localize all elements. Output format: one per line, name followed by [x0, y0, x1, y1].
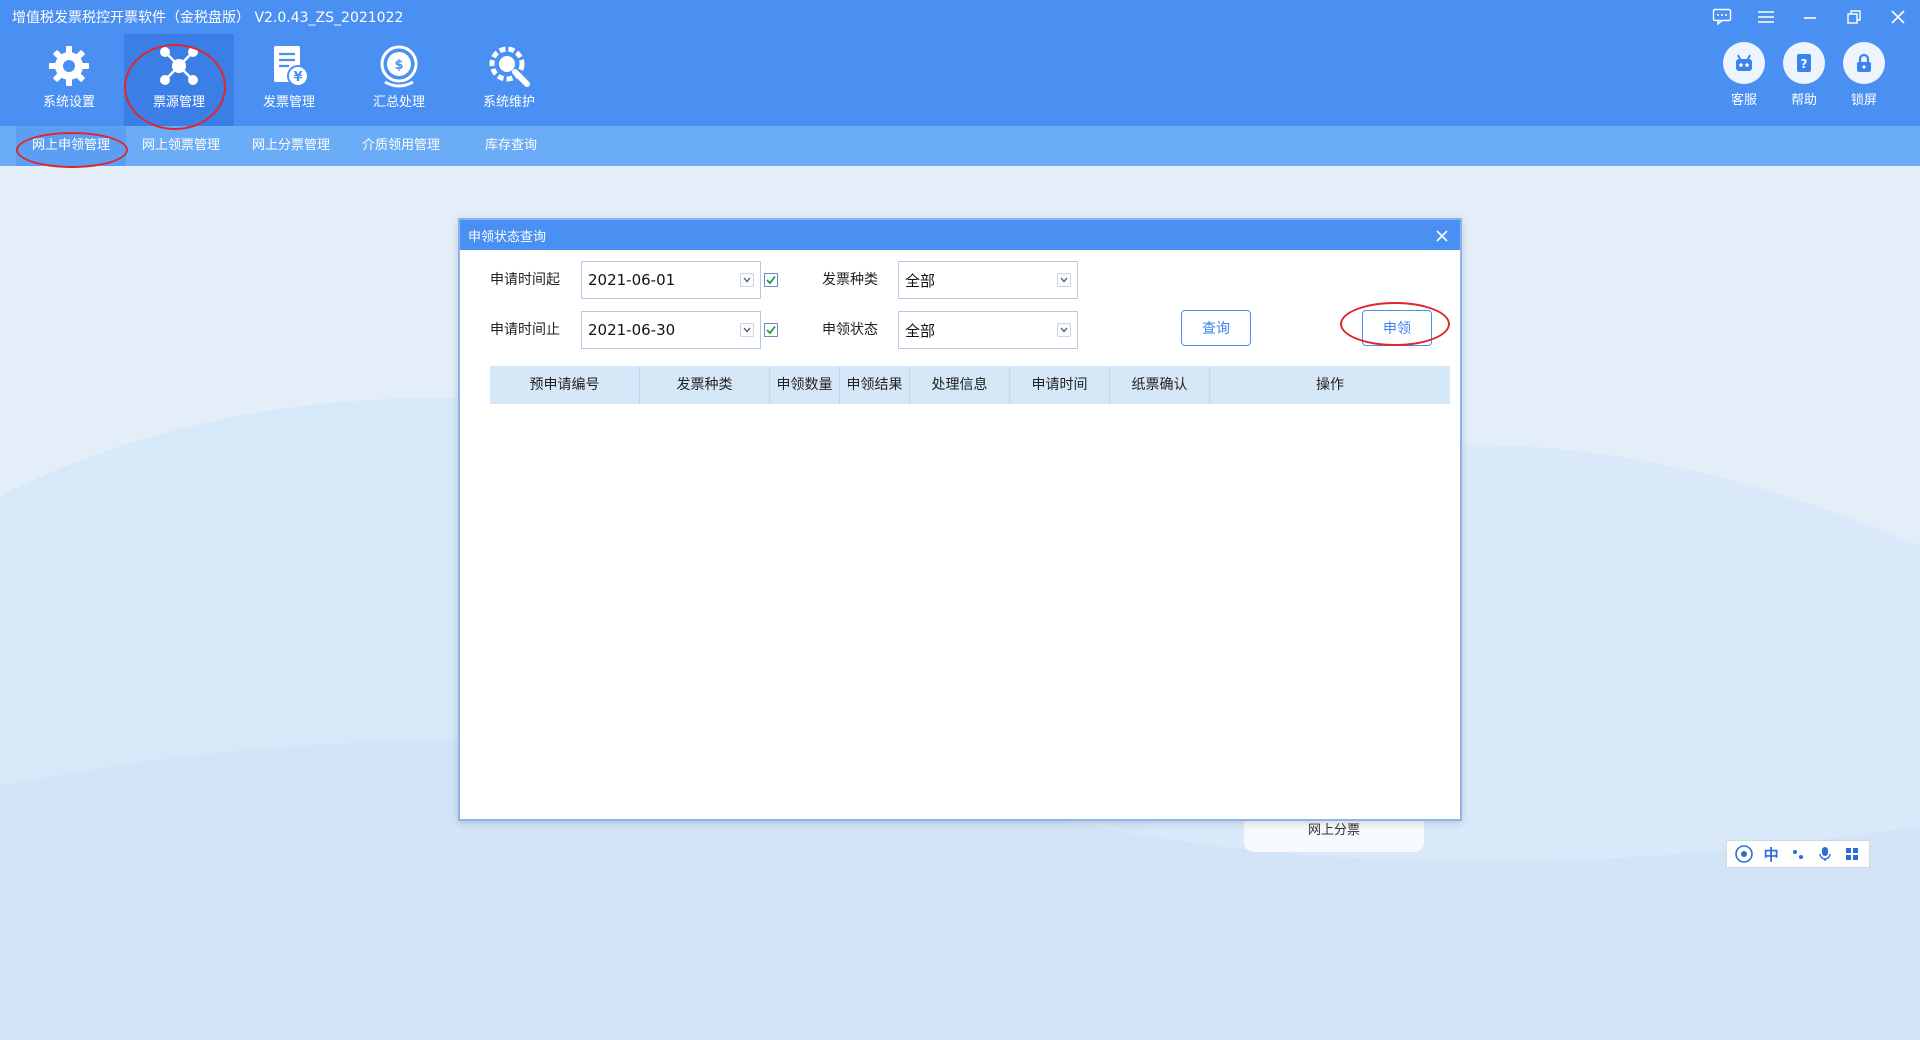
- punctuation-icon[interactable]: [1787, 843, 1809, 865]
- svg-text:¥: ¥: [293, 70, 302, 85]
- module-label: 发票管理: [262, 95, 315, 110]
- column-header[interactable]: 预申请编号: [490, 366, 640, 404]
- help-icon: ?: [1783, 42, 1825, 84]
- close-icon[interactable]: [1876, 0, 1920, 34]
- column-header[interactable]: 申领数量: [770, 366, 840, 404]
- grid-icon[interactable]: [1841, 843, 1863, 865]
- robot-icon: [1723, 42, 1765, 84]
- chevron-down-icon[interactable]: [1057, 323, 1071, 337]
- start-date-label: 申请时间起: [490, 272, 560, 288]
- column-header[interactable]: 纸票确认: [1110, 366, 1210, 404]
- window-controls: [1700, 0, 1920, 34]
- column-header[interactable]: 申领结果: [840, 366, 910, 404]
- apply-status-select[interactable]: 全部: [898, 311, 1078, 349]
- module-system-settings[interactable]: 系统设置: [14, 34, 124, 126]
- results-table-header: 预申请编号 发票种类 申领数量 申领结果 处理信息 申请时间 纸票确认 操作: [490, 366, 1450, 404]
- close-icon[interactable]: [1432, 226, 1452, 246]
- subnav-online-distribute[interactable]: 网上分票管理: [236, 126, 346, 166]
- module-label: 汇总处理: [372, 95, 425, 110]
- module-label: 票源管理: [152, 95, 205, 110]
- tool-label: 锁屏: [1850, 93, 1877, 108]
- sub-nav: 网上申领管理 网上领票管理 网上分票管理 介质领用管理 库存查询: [0, 126, 1920, 166]
- dialog-title: 申领状态查询: [468, 229, 547, 245]
- chevron-down-icon[interactable]: [1057, 273, 1071, 287]
- mic-icon[interactable]: [1814, 843, 1836, 865]
- module-maintenance[interactable]: 系统维护: [454, 34, 564, 126]
- invoice-icon: ¥: [265, 42, 313, 90]
- tool-label: 帮助: [1790, 93, 1817, 108]
- chevron-down-icon[interactable]: [740, 323, 754, 337]
- end-date-field[interactable]: 2021-06-30: [581, 311, 761, 349]
- svg-text:$: $: [394, 58, 403, 73]
- apply-status-value: 全部: [905, 321, 936, 340]
- message-icon[interactable]: [1700, 0, 1744, 34]
- window-title: 增值税发票税控开票软件（金税盘版） V2.0.43_ZS_2021022: [12, 10, 404, 26]
- tool-label: 客服: [1730, 93, 1757, 108]
- minimize-icon[interactable]: [1788, 0, 1832, 34]
- query-button[interactable]: 查询: [1181, 310, 1251, 346]
- svg-text:?: ?: [1801, 57, 1808, 71]
- invoice-type-label: 发票种类: [822, 272, 878, 288]
- tax-summary-icon: $: [375, 42, 423, 90]
- subnav-inventory[interactable]: 库存查询: [456, 126, 566, 166]
- column-header[interactable]: 发票种类: [640, 366, 770, 404]
- lock-icon: [1843, 42, 1885, 84]
- apply-button[interactable]: 申领: [1362, 310, 1432, 346]
- column-header[interactable]: 操作: [1210, 366, 1450, 404]
- apply-status-label: 申领状态: [822, 322, 878, 338]
- gear-icon: [45, 42, 93, 90]
- help-button[interactable]: ? 帮助: [1774, 42, 1834, 110]
- ifly-icon[interactable]: [1733, 843, 1755, 865]
- subnav-online-receive[interactable]: 网上领票管理: [126, 126, 236, 166]
- end-date-label: 申请时间止: [490, 322, 560, 338]
- module-label: 系统设置: [42, 95, 95, 110]
- menu-icon[interactable]: [1744, 0, 1788, 34]
- wrench-gear-icon: [485, 42, 533, 90]
- column-header[interactable]: 处理信息: [910, 366, 1010, 404]
- chevron-down-icon[interactable]: [740, 273, 754, 287]
- top-bar: 增值税发票税控开票软件（金税盘版） V2.0.43_ZS_2021022 系统设…: [0, 0, 1920, 126]
- dialog-header: 申领状态查询: [460, 220, 1460, 250]
- subnav-media-use[interactable]: 介质领用管理: [346, 126, 456, 166]
- lock-screen-button[interactable]: 锁屏: [1834, 42, 1894, 110]
- start-date-field[interactable]: 2021-06-01: [581, 261, 761, 299]
- ime-language-toggle[interactable]: 中: [1760, 843, 1782, 865]
- invoice-type-value: 全部: [905, 271, 936, 290]
- module-bar: 系统设置 票源管理 ¥ 发票管理 $ 汇总处理 系统维护: [14, 34, 564, 126]
- restore-icon[interactable]: [1832, 0, 1876, 34]
- subnav-online-apply[interactable]: 网上申领管理: [16, 126, 126, 166]
- module-invoice-management[interactable]: ¥ 发票管理: [234, 34, 344, 126]
- column-header[interactable]: 申请时间: [1010, 366, 1110, 404]
- ime-toolbar: 中: [1726, 840, 1870, 868]
- invoice-type-select[interactable]: 全部: [898, 261, 1078, 299]
- apply-status-dialog: 申领状态查询 申请时间起 2021-06-01 发票种类 全部 申请时间止 20…: [458, 218, 1462, 821]
- module-ticket-source[interactable]: 票源管理: [124, 34, 234, 126]
- module-summary[interactable]: $ 汇总处理: [344, 34, 454, 126]
- end-date-value: 2021-06-30: [588, 321, 676, 339]
- module-label: 系统维护: [482, 95, 535, 110]
- right-tools: 客服 ? 帮助 锁屏: [1714, 42, 1894, 110]
- start-date-checkbox[interactable]: [764, 273, 778, 287]
- start-date-value: 2021-06-01: [588, 271, 676, 289]
- end-date-checkbox[interactable]: [764, 323, 778, 337]
- network-icon: [155, 42, 203, 90]
- customer-service-button[interactable]: 客服: [1714, 42, 1774, 110]
- results-table-body: [490, 404, 1450, 804]
